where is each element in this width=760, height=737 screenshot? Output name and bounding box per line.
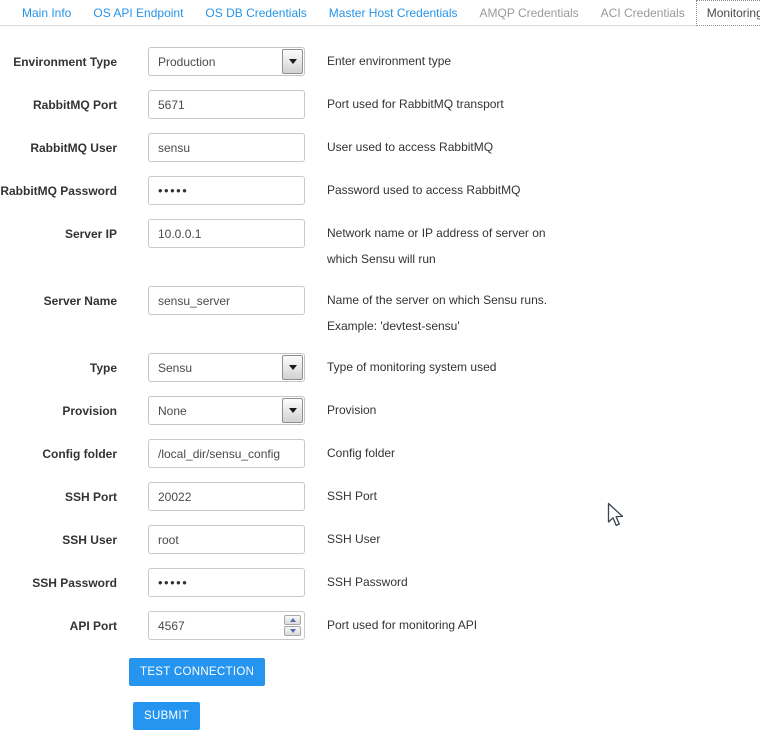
form-row-type: Type Sensu Type of monitoring system use…: [0, 353, 760, 382]
form-row-rabbitmq-user: RabbitMQ User User used to access Rabbit…: [0, 133, 760, 162]
chevron-down-icon[interactable]: [282, 49, 303, 74]
field-help: User used to access RabbitMQ: [327, 133, 493, 162]
server-ip-input[interactable]: [148, 219, 305, 248]
chevron-down-icon[interactable]: [282, 355, 303, 380]
field-help: Type of monitoring system used: [327, 353, 496, 382]
config-folder-input[interactable]: [148, 439, 305, 468]
rabbitmq-password-input[interactable]: [148, 176, 305, 205]
test-connection-button[interactable]: TEST CONNECTION: [129, 658, 265, 686]
form-row-rabbitmq-port: RabbitMQ Port Port used for RabbitMQ tra…: [0, 90, 760, 119]
form-row-rabbitmq-password: RabbitMQ Password Password used to acces…: [0, 176, 760, 205]
tab-main-info[interactable]: Main Info: [11, 6, 82, 20]
rabbitmq-user-input[interactable]: [148, 133, 305, 162]
field-label: Server IP: [0, 219, 117, 272]
tab-bar: Main Info OS API Endpoint OS DB Credenti…: [0, 0, 760, 26]
tab-aci-credentials[interactable]: ACI Credentials: [590, 6, 696, 20]
field-help: Port used for RabbitMQ transport: [327, 90, 504, 119]
field-help: Provision: [327, 396, 376, 425]
submit-button[interactable]: SUBMIT: [133, 702, 200, 730]
number-spinner: [284, 615, 301, 636]
spinner-down-icon[interactable]: [284, 626, 301, 636]
select-value: Sensu: [158, 361, 192, 375]
ssh-user-input[interactable]: [148, 525, 305, 554]
form-row-config-folder: Config folder Config folder: [0, 439, 760, 468]
field-help: Port used for monitoring API: [327, 611, 477, 640]
select-value: Production: [158, 55, 215, 69]
field-label: Environment Type: [0, 47, 117, 76]
field-help: Name of the server on which Sensu runs. …: [327, 286, 567, 339]
field-label: Provision: [0, 396, 117, 425]
form-row-api-port: API Port Port used for monitoring API: [0, 611, 760, 640]
ssh-port-input[interactable]: [148, 482, 305, 511]
environment-type-select[interactable]: Production: [148, 47, 305, 76]
field-label: Type: [0, 353, 117, 382]
rabbitmq-port-input[interactable]: [148, 90, 305, 119]
tab-master-host-credentials[interactable]: Master Host Credentials: [318, 6, 469, 20]
form-row-ssh-password: SSH Password SSH Password: [0, 568, 760, 597]
monitoring-form: Environment Type Production Enter enviro…: [0, 26, 760, 730]
form-row-environment-type: Environment Type Production Enter enviro…: [0, 47, 760, 76]
tab-os-api-endpoint[interactable]: OS API Endpoint: [82, 6, 194, 20]
select-value: None: [158, 404, 187, 418]
field-label: Server Name: [0, 286, 117, 339]
field-label: SSH User: [0, 525, 117, 554]
field-label: API Port: [0, 611, 117, 640]
server-name-input[interactable]: [148, 286, 305, 315]
field-label: RabbitMQ Port: [0, 90, 117, 119]
field-help: Enter environment type: [327, 47, 451, 76]
monitoring-settings-page: Main Info OS API Endpoint OS DB Credenti…: [0, 0, 760, 737]
form-row-ssh-port: SSH Port SSH Port: [0, 482, 760, 511]
tab-os-db-credentials[interactable]: OS DB Credentials: [194, 6, 317, 20]
tab-amqp-credentials[interactable]: AMQP Credentials: [469, 6, 590, 20]
chevron-down-icon[interactable]: [282, 398, 303, 423]
field-label: Config folder: [0, 439, 117, 468]
field-label: RabbitMQ Password: [0, 176, 117, 205]
field-label: RabbitMQ User: [0, 133, 117, 162]
field-help: SSH Password: [327, 568, 408, 597]
field-label: SSH Password: [0, 568, 117, 597]
field-help: Network name or IP address of server on …: [327, 219, 567, 272]
form-row-server-ip: Server IP Network name or IP address of …: [0, 219, 760, 272]
spinner-up-icon[interactable]: [284, 615, 301, 625]
ssh-password-input[interactable]: [148, 568, 305, 597]
form-row-server-name: Server Name Name of the server on which …: [0, 286, 760, 339]
field-label: SSH Port: [0, 482, 117, 511]
provision-select[interactable]: None: [148, 396, 305, 425]
field-help: Password used to access RabbitMQ: [327, 176, 520, 205]
form-row-ssh-user: SSH User SSH User: [0, 525, 760, 554]
tab-monitoring[interactable]: Monitoring: [696, 0, 760, 26]
field-help: SSH User: [327, 525, 380, 554]
field-help: Config folder: [327, 439, 395, 468]
api-port-input[interactable]: [148, 611, 305, 640]
form-row-provision: Provision None Provision: [0, 396, 760, 425]
field-help: SSH Port: [327, 482, 377, 511]
type-select[interactable]: Sensu: [148, 353, 305, 382]
